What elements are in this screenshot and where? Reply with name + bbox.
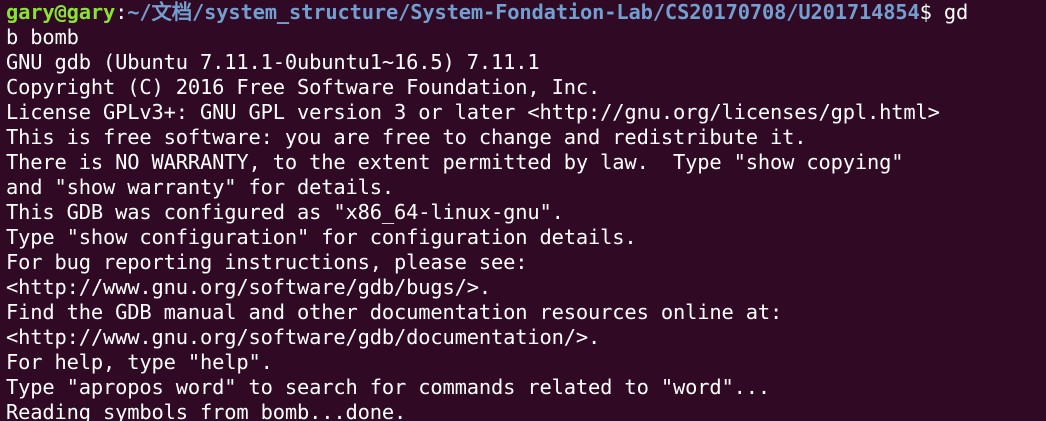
output-line: Reading symbols from bomb...done. — [6, 400, 407, 421]
output-line: License GPLv3+: GNU GPL version 3 or lat… — [6, 100, 940, 124]
output-line: This GDB was configured as "x86_64-linux… — [6, 200, 564, 224]
output-line: Copyright (C) 2016 Free Software Foundat… — [6, 75, 601, 99]
output-line: and "show warranty" for details. — [6, 175, 395, 199]
output-line: For help, type "help". — [6, 350, 273, 374]
command-text-part1: gd — [943, 0, 969, 24]
prompt-colon: : — [115, 0, 128, 24]
output-line: Find the GDB manual and other documentat… — [6, 300, 783, 324]
prompt-dollar: $ — [919, 0, 944, 24]
output-line: This is free software: you are free to c… — [6, 125, 807, 149]
prompt-line: gary@gary:~/文档/system_structure/System-F… — [6, 0, 1046, 25]
output-line: <http://www.gnu.org/software/gdb/documen… — [6, 325, 601, 349]
prompt-user-host: gary@gary — [6, 0, 116, 24]
output-line: For bug reporting instructions, please s… — [6, 250, 528, 274]
output-line: Type "apropos word" to search for comman… — [6, 375, 770, 399]
prompt-path: ~/文档/system_structure/System-Fondation-L… — [127, 0, 920, 24]
output-line: Type "show configuration" for configurat… — [6, 225, 637, 249]
output-line: GNU gdb (Ubuntu 7.11.1-0ubuntu1~16.5) 7.… — [6, 50, 540, 74]
terminal-window[interactable]: gary@gary:~/文档/system_structure/System-F… — [0, 0, 1046, 421]
output-line: <http://www.gnu.org/software/gdb/bugs/>. — [6, 275, 492, 299]
terminal-output[interactable]: gary@gary:~/文档/system_structure/System-F… — [6, 0, 1046, 421]
command-text-part2: b bomb — [6, 25, 79, 49]
command-wrap-line: b bomb — [6, 25, 1046, 50]
output-line: There is NO WARRANTY, to the extent perm… — [6, 150, 904, 174]
